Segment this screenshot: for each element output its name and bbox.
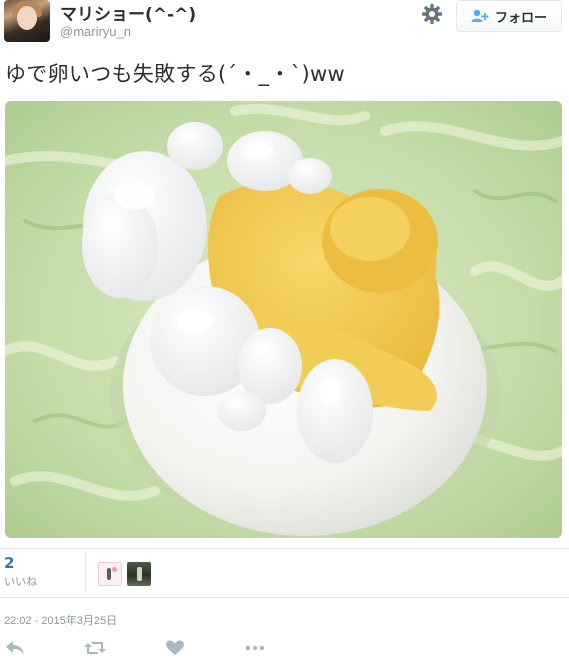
liker-avatar-dot bbox=[112, 567, 117, 572]
person-add-icon bbox=[471, 9, 489, 22]
screen-name[interactable]: @mariryu_n bbox=[60, 24, 131, 39]
gear-icon[interactable] bbox=[420, 2, 444, 26]
stats-bottom-divider bbox=[0, 597, 569, 598]
stats-separator bbox=[85, 552, 86, 592]
liker-avatar[interactable] bbox=[127, 562, 151, 586]
avatar[interactable] bbox=[4, 0, 50, 42]
display-name[interactable]: マリショー(^-^) bbox=[60, 0, 196, 25]
tweet-text: ゆで卵いつも失敗する(´・_・`)ww bbox=[5, 62, 345, 86]
avatar-face bbox=[17, 6, 37, 30]
retweet-icon[interactable] bbox=[84, 640, 106, 656]
liker-avatar-figure bbox=[107, 568, 111, 580]
follow-label: フォロー bbox=[494, 10, 547, 26]
stats-top-divider bbox=[0, 548, 569, 549]
likes-label: いいね bbox=[4, 575, 37, 588]
timestamp[interactable]: 22:02 - 2015年3月25日 bbox=[4, 612, 117, 628]
likes-count[interactable]: 2 bbox=[4, 554, 14, 572]
tweet-photo[interactable] bbox=[5, 101, 562, 538]
reply-icon[interactable] bbox=[4, 640, 26, 656]
follow-button[interactable]: フォロー bbox=[456, 0, 562, 32]
like-icon[interactable] bbox=[164, 640, 186, 656]
liker-avatar-figure bbox=[137, 567, 142, 581]
liker-avatar[interactable] bbox=[98, 562, 122, 586]
more-icon[interactable] bbox=[244, 640, 266, 656]
